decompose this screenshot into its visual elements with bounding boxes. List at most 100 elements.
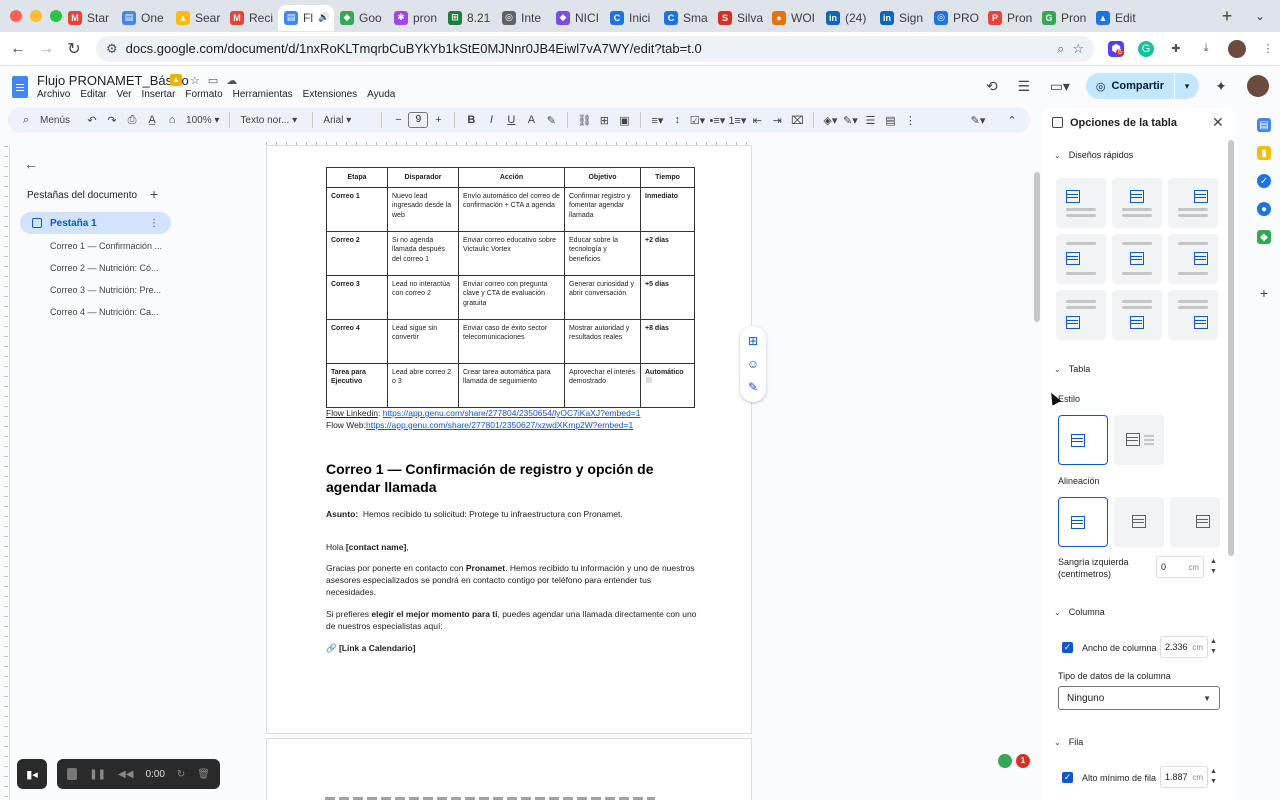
column-width-checkbox[interactable]: ✓ — [1062, 642, 1073, 653]
column-width-input[interactable]: 2.336 cm — [1160, 636, 1208, 658]
tab-item-pestana-1[interactable]: Pestaña 1 ⋮ — [20, 212, 171, 234]
column-section-toggle[interactable]: ⌄ Columna — [1054, 607, 1105, 617]
row-min-height-input[interactable]: 1.887 cm — [1160, 766, 1208, 788]
menu-item[interactable]: Archivo — [37, 89, 70, 100]
spellcheck-icon[interactable]: A̲ — [142, 114, 162, 126]
column-width-stepper[interactable]: ▲ ▼ — [1210, 637, 1217, 657]
italic-icon[interactable]: I — [481, 114, 501, 126]
table-cell[interactable]: Enviar caso de éxito sector telecomunica… — [458, 319, 565, 364]
paint-format-icon[interactable]: ⌂ — [162, 114, 182, 126]
quick-design-option[interactable] — [1168, 178, 1218, 228]
table-cell[interactable]: Confirmar registro y fomentar agendar ll… — [564, 187, 641, 232]
outline-item-correo-4[interactable]: Correo 4 — Nutrición: Ca... — [50, 307, 162, 317]
table-cell[interactable]: Lead no interactúa con correo 2 — [387, 275, 459, 320]
zoom-icon[interactable]: ⌕ — [1057, 41, 1064, 57]
document-page-2[interactable] — [266, 738, 752, 800]
browser-tab[interactable]: ▤ One — [116, 5, 170, 31]
download-icon[interactable]: ⤓ — [1198, 41, 1214, 57]
table-cell[interactable]: Correo 2 — [326, 231, 388, 276]
table-header-cell[interactable]: Etapa — [326, 167, 388, 188]
menu-item[interactable]: Extensiones — [303, 89, 357, 100]
close-window-button[interactable] — [10, 10, 22, 22]
quick-designs-section-toggle[interactable]: ⌄ Diseños rápidos — [1054, 150, 1133, 160]
cell-fill-icon[interactable]: ◈▾ — [820, 114, 840, 127]
table-cell[interactable]: Aprovechar el interés demostrado — [564, 363, 641, 408]
bold-icon[interactable]: B — [461, 114, 481, 126]
table-header-cell[interactable]: Acción — [458, 167, 565, 188]
profile-avatar[interactable] — [1228, 39, 1246, 58]
menu-item[interactable]: Insertar — [142, 89, 176, 100]
quick-design-option[interactable] — [1168, 290, 1218, 340]
minimize-window-button[interactable] — [30, 10, 42, 22]
table-cell[interactable]: +8 días — [640, 319, 695, 364]
row-height-stepper[interactable]: ▲ ▼ — [1210, 767, 1217, 787]
row-min-height-checkbox[interactable]: ✓ — [1062, 772, 1073, 783]
move-folder-icon[interactable]: ▭ — [208, 74, 218, 87]
print-icon[interactable]: ⎙ — [122, 114, 142, 127]
quick-design-option[interactable] — [1112, 234, 1162, 284]
editing-mode-icon[interactable]: ✎▾ — [968, 114, 988, 127]
close-panel-icon[interactable]: ✕ — [1212, 114, 1224, 131]
delete-icon[interactable]: 🗑 — [197, 769, 210, 780]
browser-tab[interactable]: ◆ NICI — [550, 5, 604, 31]
decrease-font-icon[interactable]: − — [388, 114, 408, 126]
table-header-cell[interactable]: Disparador — [387, 167, 459, 188]
outline-item-correo-3[interactable]: Correo 3 — Nutrición: Pre... — [50, 285, 162, 295]
left-indent-input[interactable]: 0 cm — [1156, 556, 1204, 578]
browser-tab[interactable]: ▤Fl🔊✕ — [278, 4, 334, 31]
table-section-toggle[interactable]: ⌄ Tabla — [1054, 364, 1090, 374]
comments-icon[interactable]: ☰ — [1008, 78, 1040, 95]
audio-icon[interactable]: 🔊 — [318, 12, 329, 23]
row-section-toggle[interactable]: ⌄ Fila — [1054, 737, 1083, 747]
table-cell[interactable]: Envío automático del correo de confirmac… — [458, 187, 565, 232]
back-button[interactable]: ← — [4, 40, 32, 58]
browser-tab[interactable]: M Star — [62, 5, 116, 31]
search-menus-field[interactable]: Menús — [36, 115, 74, 126]
align-left-option[interactable] — [1058, 497, 1108, 547]
meet-icon[interactable]: ▭▾ — [1040, 78, 1080, 95]
column-data-type-select[interactable]: Ninguno ▼ — [1058, 686, 1220, 710]
menu-item[interactable]: Herramientas — [233, 89, 293, 100]
increase-indent-icon[interactable]: ⇥ — [767, 114, 787, 127]
menu-item[interactable]: Ver — [116, 89, 131, 100]
url-text[interactable]: docs.google.com/document/d/1nxRoKLTmqrbC… — [126, 41, 1049, 56]
grammarly-icon[interactable]: G — [1138, 40, 1154, 57]
add-comment-float-icon[interactable]: ⊞ — [748, 334, 758, 348]
table-cell[interactable]: Educar sobre la tecnología y beneficios — [564, 231, 641, 276]
reload-button[interactable]: ↻ — [60, 39, 88, 59]
style-select[interactable]: Texto nor... ▾ — [236, 115, 306, 126]
quick-design-option[interactable] — [1056, 178, 1106, 228]
browser-tab[interactable]: C Sma — [658, 5, 712, 31]
table-cell[interactable]: Correo 3 — [326, 275, 388, 320]
insert-image-icon[interactable]: ▣ — [614, 114, 634, 127]
close-outline-arrow-icon[interactable]: ← — [24, 156, 38, 172]
table-cell[interactable]: Enviar correo educativo sobre Victaulic … — [458, 231, 565, 276]
new-tab-button[interactable]: + — [1214, 6, 1240, 27]
style-option-2[interactable] — [1114, 415, 1164, 465]
pause-icon[interactable]: ❚❚ — [89, 769, 106, 780]
add-tab-icon[interactable]: + — [150, 186, 158, 202]
flow-linkedin-link[interactable]: https://app.genu.com/share/277804/235065… — [383, 408, 641, 418]
table-cell[interactable]: Lead sigue sin convertir — [387, 319, 459, 364]
browser-tab[interactable]: ● WOI — [766, 5, 820, 31]
quick-design-option[interactable] — [1112, 178, 1162, 228]
browser-tab[interactable]: ◎ PRO — [928, 5, 982, 31]
panel-scroll-thumb[interactable] — [1228, 140, 1234, 556]
calendar-app-icon[interactable]: ▤ — [1257, 118, 1271, 132]
quick-design-option[interactable] — [1112, 290, 1162, 340]
table-cell[interactable]: Crear tarea automática para llamada de s… — [458, 363, 565, 408]
extension-badge-icon[interactable]: ⬢ 6 — [1108, 40, 1124, 57]
cloud-status-icon[interactable]: ☁ — [226, 74, 237, 87]
table-cell[interactable]: Inmediato — [640, 187, 695, 232]
tab-search-chevron-icon[interactable]: ⌄ — [1240, 9, 1280, 23]
bookmark-star-icon[interactable]: ☆ — [1072, 41, 1084, 57]
gemini-icon[interactable]: ✦ — [1205, 78, 1237, 95]
browser-tab[interactable]: G Pron — [1036, 5, 1090, 31]
bulleted-list-icon[interactable]: •≡▾ — [707, 114, 727, 127]
camera-icon[interactable]: ▮◂ — [17, 759, 47, 789]
quick-design-option[interactable] — [1168, 234, 1218, 284]
underline-icon[interactable]: U — [501, 114, 521, 126]
address-bar[interactable]: ⚙ docs.google.com/document/d/1nxRoKLTmqr… — [96, 35, 1094, 62]
table-cell[interactable]: Si no agenda llamada después del correo … — [387, 231, 459, 276]
menu-item[interactable]: Ayuda — [367, 89, 395, 100]
